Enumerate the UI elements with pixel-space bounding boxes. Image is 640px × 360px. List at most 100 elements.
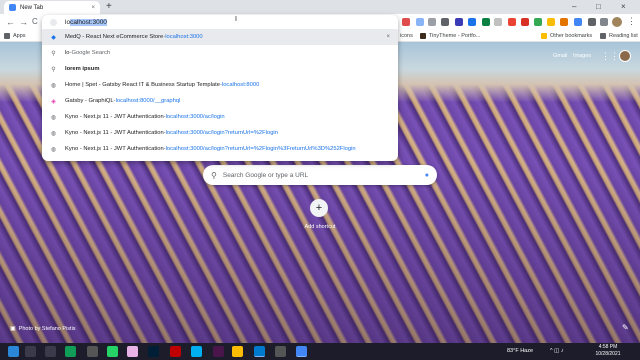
chrome-icon[interactable] [296,346,307,357]
github-icon[interactable] [87,346,98,357]
omnibox-suggestion[interactable]: ◍ Kyno - Next.js 11 - JWT Authentication … [42,125,398,141]
tab-strip: New Tab × + – □ × [0,0,640,14]
customize-pencil-icon[interactable]: ✎ [622,323,629,332]
weather-widget[interactable]: 83°F Haze [507,348,533,354]
suggestion-title: lorem ipsum [65,66,100,72]
suggestion-url: localhost:3000/ac/login?returnUrl=%2Flog… [165,130,278,136]
omnibox-suggestion[interactable]: ⚲ lo - Google Search [42,45,398,61]
omnibox-suggestion[interactable]: ◍ Kyno - Next.js 11 - JWT Authentication … [42,109,398,125]
google-apps-icon[interactable]: ⋮⋮ [601,51,619,61]
extension-icon[interactable] [494,18,502,26]
tab-new-tab[interactable]: New Tab × [4,1,100,14]
chrome-tab-icon [9,4,16,11]
images-link[interactable]: Images [573,53,591,59]
suggestion-title: Kyno - Next.js 11 - JWT Authentication [65,114,164,120]
omnibox-suggestion[interactable]: ◍ Home | Spet - Gatsby React IT & Busines… [42,77,398,93]
gmail-link[interactable]: Gmail [553,53,567,59]
google-g-icon [50,18,57,26]
clock-time: 4:58 PM [598,344,618,350]
extension-icon[interactable] [455,18,463,26]
skype-icon[interactable] [191,346,202,357]
search-icon: ⚲ [51,66,56,73]
extension-icon[interactable] [547,18,555,26]
app-icon[interactable] [127,346,138,357]
bookmark-apps[interactable]: Apps [4,32,26,40]
clock[interactable]: 4:58 PM 10/28/2021 [588,344,628,358]
suggestion-url: localhost:3000 [165,34,203,40]
suggestion-title: Kyno - Next.js 11 - JWT Authentication [65,146,164,152]
profile-avatar[interactable] [612,17,622,27]
edge-icon[interactable] [65,346,76,357]
omnibox-suggestion[interactable]: ◍ Kyno - Next.js 11 - JWT Authentication … [42,141,398,157]
extension-icon[interactable] [534,18,542,26]
suggestion-title: Home | Spet - Gatsby React IT & Business… [65,82,220,88]
ntp-search-box[interactable]: ⚲ Search Google or type a URL ● [203,165,437,185]
bookmark-other[interactable]: Other bookmarks [541,32,592,40]
graphql-icon: ◈ [51,98,56,105]
forward-button[interactable]: → [19,16,28,28]
bookmark-tinytheme[interactable]: TinyTheme - Portfo... [420,32,480,40]
text-cursor-icon: I [235,16,237,23]
maximize-button[interactable]: □ [596,1,601,13]
bookmark-icons[interactable]: icons [400,32,413,40]
photo-credit[interactable]: ▣ Photo by Stefano Pistis [10,325,76,333]
photo-credit-text: Photo by Stefano Pistis [18,325,76,332]
suggestion-url: localhost:3000/ac/login?returnUrl=%2Flog… [165,146,356,152]
close-tab-icon[interactable]: × [91,5,95,11]
close-window-button[interactable]: × [621,1,626,13]
bookmark-reading-list[interactable]: Reading list [600,32,638,40]
tinytheme-icon [420,33,426,39]
puzzle-icon[interactable] [588,18,596,26]
suggestion-url: localhost:8000 [221,82,260,88]
extension-icon[interactable] [521,18,529,26]
extension-icon[interactable] [560,18,568,26]
omnibox-suggestion[interactable]: ◆ MedQ - React Next eCommerce Store - loc… [42,29,398,45]
folder-icon [541,33,547,39]
windows-start-icon[interactable] [8,346,19,357]
add-shortcut-button[interactable]: + [310,199,328,217]
extension-icon[interactable] [416,18,424,26]
omnibox-suggestion[interactable]: ⚲ lorem ipsum [42,61,398,77]
extension-icon[interactable] [428,18,436,26]
back-button[interactable]: ← [6,16,15,28]
minimize-button[interactable]: – [572,1,576,13]
extension-icon[interactable] [574,18,582,26]
search-taskbar-icon[interactable] [25,346,36,357]
clock-date: 10/28/2021 [595,351,621,357]
omnibox-suggestion[interactable]: ◈ Gatsby - GraphiQL - localhost:8000/__gr… [42,93,398,109]
account-avatar[interactable] [619,50,631,62]
suggestion-title: MedQ - React Next eCommerce Store [65,34,164,40]
suggestion-title: Gatsby - GraphiQL [65,98,114,104]
search-icon: ⚲ [211,170,217,180]
microphone-icon[interactable]: ● [425,172,429,179]
photoshop-icon[interactable] [148,346,159,357]
globe-icon: ◍ [50,130,57,137]
whatsapp-icon[interactable] [107,346,118,357]
tray-icons[interactable]: ^ ◫ ♪ [550,348,564,354]
search-icon: ⚲ [51,50,56,57]
file-explorer-icon[interactable] [232,346,243,357]
app-icon[interactable] [275,346,286,357]
globe-icon: ◍ [50,114,57,121]
extension-icon[interactable] [468,18,476,26]
windows-taskbar: 83°F Haze ^ ◫ ♪ 4:58 PM 10/28/2021 [0,343,640,360]
slack-icon[interactable] [213,346,224,357]
extension-icon[interactable] [508,18,516,26]
vscode-icon[interactable] [254,346,265,357]
new-tab-button[interactable]: + [106,1,112,13]
filezilla-icon[interactable] [170,346,181,357]
suggestion-url: localhost:8000/__graphql [115,98,181,104]
reload-button[interactable]: C [32,16,38,28]
suggestion-url: localhost:3000/ac/login [165,114,225,120]
suggestion-suffix: Google Search [71,50,111,56]
task-view-icon[interactable] [45,346,56,357]
extension-icon[interactable] [600,18,608,26]
add-shortcut-label: Add shortcut [304,224,336,230]
extension-icon[interactable] [441,18,449,26]
address-bar[interactable]: lo calhost:3000 [42,15,398,29]
extension-icon[interactable] [402,18,410,26]
menu-kebab-icon[interactable]: ⋮ [627,15,636,27]
extension-icon[interactable] [482,18,490,26]
remove-suggestion-icon[interactable]: × [386,34,390,40]
medq-icon: ◆ [51,34,56,41]
